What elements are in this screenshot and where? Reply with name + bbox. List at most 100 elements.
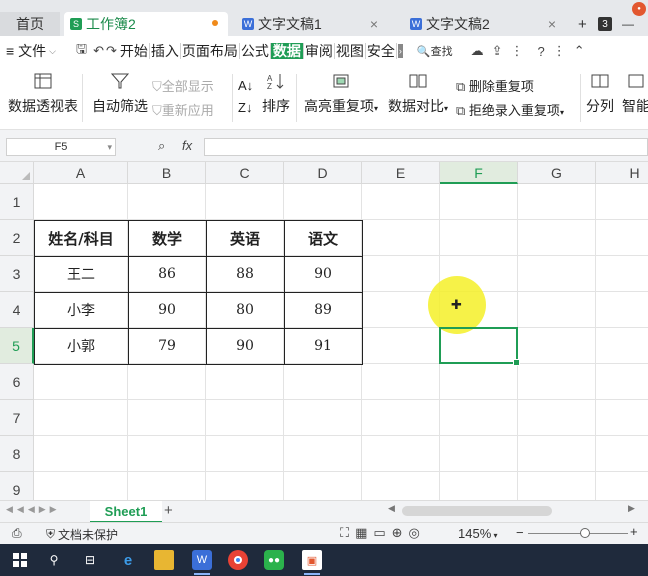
split-column-button[interactable]: 分列 bbox=[586, 72, 614, 116]
row-header[interactable]: 1 bbox=[0, 184, 34, 220]
column-header[interactable]: H bbox=[596, 162, 648, 184]
menu-item[interactable]: 安全 bbox=[366, 43, 397, 59]
edge-icon[interactable]: e bbox=[118, 550, 138, 570]
row-header[interactable]: 4 bbox=[0, 292, 34, 328]
zoom-slider-knob[interactable] bbox=[580, 528, 590, 538]
table-cell[interactable]: 91 bbox=[284, 328, 362, 364]
minimize-icon[interactable]: — bbox=[622, 12, 634, 36]
view-mode-icons[interactable]: ⛶▦▭⊕◎ bbox=[340, 525, 426, 541]
table-cell[interactable]: 90 bbox=[206, 328, 284, 364]
menu-item[interactable]: 开始 bbox=[119, 43, 150, 59]
undo-icon[interactable]: ↶ bbox=[93, 43, 104, 59]
name-box[interactable]: F5 ▾ bbox=[6, 138, 116, 156]
tab-count-badge[interactable]: 3 bbox=[594, 12, 612, 36]
redo-icon[interactable]: ↷ bbox=[106, 43, 117, 59]
row-header[interactable]: 8 bbox=[0, 436, 34, 472]
smart-toolbox-button[interactable]: 智能 bbox=[622, 72, 648, 116]
scroll-left-icon[interactable]: ◀ bbox=[388, 503, 395, 514]
highlight-duplicates-button[interactable]: 高亮重复项▾ bbox=[304, 72, 378, 116]
menu-more-icon[interactable]: › bbox=[397, 44, 403, 58]
tab-doc1[interactable]: W 文字文稿1 × bbox=[236, 12, 386, 36]
select-all-corner[interactable] bbox=[0, 162, 34, 184]
menu-item[interactable]: 插入 bbox=[150, 43, 181, 59]
zoom-search-icon[interactable]: ⌕ bbox=[158, 138, 165, 154]
close-tab-icon[interactable]: × bbox=[548, 16, 556, 32]
data-compare-button[interactable]: 数据对比▾ bbox=[388, 72, 448, 116]
zoom-level[interactable]: 145% ▾ bbox=[458, 526, 498, 541]
tab-home[interactable]: 首页 bbox=[0, 12, 60, 36]
remove-duplicates-button[interactable]: ⧉ 删除重复项 bbox=[456, 76, 534, 95]
row-header[interactable]: 3 bbox=[0, 256, 34, 292]
scroll-thumb[interactable] bbox=[402, 506, 552, 516]
row-header[interactable]: 5 bbox=[0, 328, 34, 364]
save-icon[interactable]: 🖫 bbox=[76, 40, 87, 62]
table-cell[interactable]: 小郭 bbox=[34, 328, 128, 364]
table-cell[interactable]: 86 bbox=[128, 256, 206, 292]
table-header-cell[interactable]: 姓名/科目 bbox=[34, 220, 128, 256]
cloud-icon[interactable]: ☁ bbox=[471, 43, 484, 59]
document-status-icon[interactable]: ⎙ bbox=[12, 526, 22, 541]
table-cell[interactable]: 小李 bbox=[34, 292, 128, 328]
menu-item[interactable]: 视图 bbox=[335, 43, 366, 59]
menu-item[interactable]: 页面布局 bbox=[181, 43, 240, 59]
protection-status[interactable]: ⛨ 文档未保护 bbox=[46, 526, 118, 543]
sort-button[interactable]: AZ 排序 bbox=[262, 72, 290, 116]
column-header[interactable]: G bbox=[518, 162, 596, 184]
sheet-nav-arrows-icon[interactable]: ◀◀◀▶▶ bbox=[6, 504, 61, 515]
tab-workbook2[interactable]: S 工作簿2 bbox=[64, 12, 228, 36]
table-cell[interactable]: 79 bbox=[128, 328, 206, 364]
zoom-slider[interactable] bbox=[528, 528, 628, 538]
collapse-ribbon-icon[interactable]: ⌃ bbox=[574, 43, 585, 59]
column-header[interactable]: E bbox=[362, 162, 440, 184]
wechat-icon[interactable]: ●● bbox=[264, 550, 284, 570]
column-header[interactable]: D bbox=[284, 162, 362, 184]
file-explorer-icon[interactable] bbox=[154, 550, 174, 570]
table-header-cell[interactable]: 数学 bbox=[128, 220, 206, 256]
menu-item[interactable]: 数据 bbox=[270, 43, 304, 59]
column-header[interactable]: C bbox=[206, 162, 284, 184]
table-cell[interactable]: 80 bbox=[206, 292, 284, 328]
reject-duplicates-button[interactable]: ⧉ 拒绝录入重复项▾ bbox=[456, 100, 564, 119]
avatar[interactable]: ● bbox=[632, 2, 646, 16]
table-cell[interactable]: 88 bbox=[206, 256, 284, 292]
zoom-in-icon[interactable]: + bbox=[630, 524, 638, 539]
column-header[interactable]: B bbox=[128, 162, 206, 184]
windows-start-icon[interactable] bbox=[10, 550, 30, 570]
pivot-table-button[interactable]: 数据透视表 bbox=[8, 72, 78, 116]
reapply-button[interactable]: ⛉重新应用 bbox=[152, 100, 214, 119]
wps-writer-icon[interactable]: W bbox=[192, 550, 212, 575]
autofilter-button[interactable]: 自动筛选 bbox=[92, 72, 148, 116]
more-options-icon[interactable]: ⋮ bbox=[553, 43, 566, 59]
column-header[interactable]: F bbox=[440, 162, 518, 184]
show-all-button[interactable]: ⛉全部显示 bbox=[152, 76, 214, 95]
sort-asc-icon[interactable]: A↓ bbox=[238, 74, 253, 98]
horizontal-scrollbar[interactable]: ◀ ▶ bbox=[380, 503, 648, 517]
task-view-icon[interactable]: ⊟ bbox=[80, 550, 100, 570]
fx-icon[interactable]: fx bbox=[182, 138, 192, 153]
table-header-cell[interactable]: 英语 bbox=[206, 220, 284, 256]
tab-doc2[interactable]: W 文字文稿2 × bbox=[404, 12, 564, 36]
table-header-cell[interactable]: 语文 bbox=[284, 220, 362, 256]
new-tab-button[interactable]: + bbox=[578, 12, 587, 36]
formula-input[interactable] bbox=[204, 138, 648, 156]
close-tab-icon[interactable]: × bbox=[370, 16, 378, 32]
share-icon[interactable]: ⇪ bbox=[492, 43, 503, 59]
active-cell[interactable] bbox=[439, 327, 520, 366]
sheet-tab-sheet1[interactable]: Sheet1 bbox=[90, 501, 162, 523]
table-cell[interactable]: 89 bbox=[284, 292, 362, 328]
add-sheet-button[interactable]: + bbox=[164, 501, 173, 521]
table-cell[interactable]: 90 bbox=[128, 292, 206, 328]
row-header[interactable]: 9 bbox=[0, 472, 34, 500]
menu-item[interactable]: 审阅 bbox=[304, 43, 335, 59]
search-button[interactable]: 🔍查找 bbox=[417, 43, 453, 59]
chrome-icon[interactable] bbox=[228, 550, 248, 570]
more-icon[interactable]: ⋮ bbox=[511, 43, 524, 59]
help-icon[interactable]: ? bbox=[538, 44, 545, 59]
zoom-out-icon[interactable]: − bbox=[516, 525, 524, 540]
row-header[interactable]: 7 bbox=[0, 400, 34, 436]
spreadsheet-grid[interactable]: A B C D E F G H 1 2 3 4 5 6 7 8 9 姓名/科目 数学 英语 语文 王二 86 88 90 小李 90… bbox=[0, 162, 648, 500]
sort-desc-icon[interactable]: Z↓ bbox=[238, 96, 252, 120]
row-header[interactable]: 2 bbox=[0, 220, 34, 256]
wps-office-icon[interactable]: ▣ bbox=[302, 550, 322, 575]
table-cell[interactable]: 王二 bbox=[34, 256, 128, 292]
